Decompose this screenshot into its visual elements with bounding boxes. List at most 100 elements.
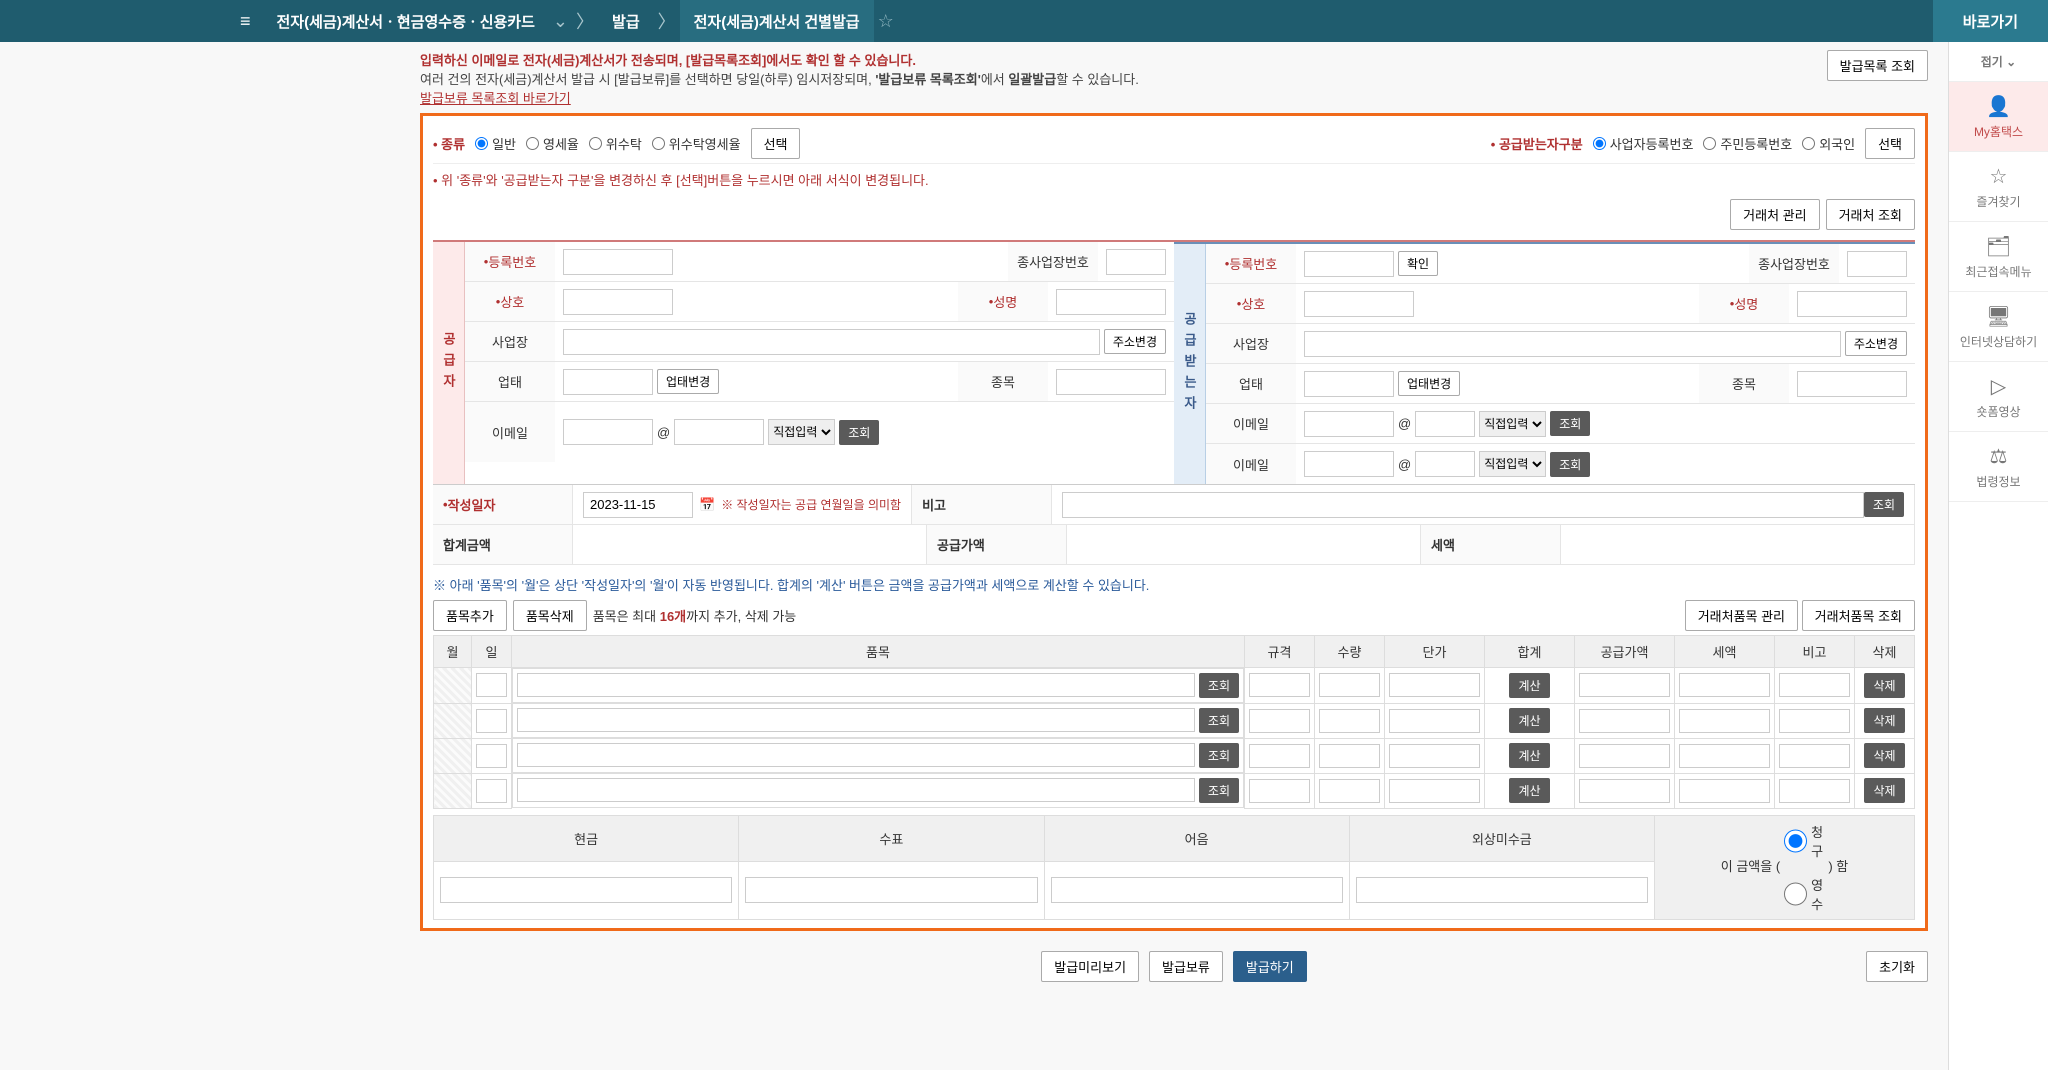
partner-item-lookup-button[interactable]: 거래처품목 조회: [1802, 600, 1915, 631]
item-calc-button[interactable]: 계산: [1509, 708, 1549, 733]
supplier-category-input[interactable]: [1056, 369, 1166, 395]
supplier-biztype-input[interactable]: [563, 369, 653, 395]
payment-opt-charge[interactable]: 청구: [1784, 822, 1825, 860]
supplier-addr-button[interactable]: 주소변경: [1104, 329, 1166, 354]
buyer-regno-confirm[interactable]: 확인: [1398, 251, 1438, 276]
item-lookup-button[interactable]: 조회: [1199, 743, 1239, 768]
buyer-company-input[interactable]: [1304, 291, 1414, 317]
issue-button[interactable]: 발급하기: [1233, 951, 1307, 982]
item-qty-input[interactable]: [1319, 673, 1380, 697]
buyer-email2-domain[interactable]: [1415, 451, 1475, 477]
type-opt-zero[interactable]: 영세율: [526, 134, 579, 153]
partner-manage-button[interactable]: 거래처 관리: [1730, 199, 1819, 230]
item-spec-input[interactable]: [1249, 673, 1310, 697]
supplier-addr-input[interactable]: [563, 329, 1100, 355]
payment-credit-input[interactable]: [1356, 877, 1648, 903]
item-qty-input[interactable]: [1319, 744, 1380, 768]
supplier-subno-input[interactable]: [1106, 249, 1166, 275]
item-delete-button[interactable]: 삭제: [1864, 778, 1904, 803]
sidebar-fold[interactable]: 접기 ⌄: [1949, 42, 2048, 82]
item-price-input[interactable]: [1389, 709, 1480, 733]
buyer-email1-local[interactable]: [1304, 411, 1394, 437]
item-tax-input[interactable]: [1679, 744, 1770, 768]
item-price-input[interactable]: [1389, 779, 1480, 803]
item-add-button[interactable]: 품목추가: [433, 600, 507, 631]
item-supply-input[interactable]: [1579, 779, 1670, 803]
buyer-name-input[interactable]: [1797, 291, 1907, 317]
buyer-opt-foreigner[interactable]: 외국인: [1802, 134, 1855, 153]
issue-list-button[interactable]: 발급목록 조회: [1827, 50, 1928, 81]
buyer-category-input[interactable]: [1797, 371, 1907, 397]
buyer-select-button[interactable]: 선택: [1865, 128, 1915, 159]
item-day-input[interactable]: [476, 673, 507, 697]
supplier-email-select[interactable]: 직접입력: [768, 419, 835, 445]
buyer-email1-domain[interactable]: [1415, 411, 1475, 437]
item-supply-input[interactable]: [1579, 744, 1670, 768]
type-select-button[interactable]: 선택: [751, 128, 801, 159]
buyer-opt-resident[interactable]: 주민등록번호: [1703, 134, 1792, 153]
item-delete-button[interactable]: 삭제: [1864, 673, 1904, 698]
item-day-input[interactable]: [476, 779, 507, 803]
supplier-regno-input[interactable]: [563, 249, 673, 275]
buyer-biztype-input[interactable]: [1304, 371, 1394, 397]
item-qty-input[interactable]: [1319, 709, 1380, 733]
buyer-addr-input[interactable]: [1304, 331, 1841, 357]
breadcrumb-mid[interactable]: 발급: [598, 0, 654, 42]
type-opt-general[interactable]: 일반: [475, 134, 516, 153]
sidebar-item-consult[interactable]: 🖥인터넷상담하기: [1949, 292, 2048, 362]
buyer-opt-biz[interactable]: 사업자등록번호: [1593, 134, 1694, 153]
item-tax-input[interactable]: [1679, 673, 1770, 697]
payment-check-input[interactable]: [745, 877, 1037, 903]
item-calc-button[interactable]: 계산: [1509, 778, 1549, 803]
item-name-input[interactable]: [517, 778, 1195, 802]
buyer-regno-input[interactable]: [1304, 251, 1394, 277]
item-name-input[interactable]: [517, 708, 1195, 732]
item-supply-input[interactable]: [1579, 709, 1670, 733]
sidebar-item-recent[interactable]: 🗂최근접속메뉴: [1949, 222, 2048, 292]
item-spec-input[interactable]: [1249, 779, 1310, 803]
sidebar-item-law[interactable]: ⚖법령정보: [1949, 432, 2048, 502]
remark-input[interactable]: [1062, 492, 1864, 518]
item-price-input[interactable]: [1389, 673, 1480, 697]
menu-icon[interactable]: ≡: [240, 11, 251, 32]
star-icon[interactable]: ☆: [874, 11, 898, 32]
item-del-button[interactable]: 품목삭제: [513, 600, 587, 631]
shortcut-button[interactable]: 바로가기: [1933, 0, 2048, 42]
supplier-email-domain[interactable]: [674, 419, 764, 445]
item-calc-button[interactable]: 계산: [1509, 673, 1549, 698]
item-supply-input[interactable]: [1579, 673, 1670, 697]
item-name-input[interactable]: [517, 743, 1195, 767]
hold-button[interactable]: 발급보류: [1149, 951, 1223, 982]
item-delete-button[interactable]: 삭제: [1864, 743, 1904, 768]
buyer-email2-select[interactable]: 직접입력: [1479, 451, 1546, 477]
buyer-email2-lookup[interactable]: 조회: [1550, 452, 1590, 477]
item-day-input[interactable]: [476, 709, 507, 733]
type-opt-consign[interactable]: 위수탁: [589, 134, 642, 153]
payment-cash-input[interactable]: [440, 877, 732, 903]
item-remark-input[interactable]: [1779, 709, 1850, 733]
item-lookup-button[interactable]: 조회: [1199, 673, 1239, 698]
buyer-biztype-button[interactable]: 업태변경: [1398, 371, 1460, 396]
buyer-email1-select[interactable]: 직접입력: [1479, 411, 1546, 437]
calendar-icon[interactable]: 📅: [699, 497, 715, 513]
sidebar-item-myhometax[interactable]: 👤My홈택스: [1949, 82, 2048, 152]
sidebar-item-video[interactable]: ▷숏폼영상: [1949, 362, 2048, 432]
item-price-input[interactable]: [1389, 744, 1480, 768]
item-spec-input[interactable]: [1249, 744, 1310, 768]
buyer-subno-input[interactable]: [1847, 251, 1907, 277]
payment-opt-receive[interactable]: 영수: [1784, 875, 1825, 913]
supplier-email-local[interactable]: [563, 419, 653, 445]
item-remark-input[interactable]: [1779, 779, 1850, 803]
reset-button[interactable]: 초기화: [1866, 951, 1928, 982]
item-lookup-button[interactable]: 조회: [1199, 778, 1239, 803]
date-input[interactable]: [583, 492, 693, 518]
preview-button[interactable]: 발급미리보기: [1041, 951, 1139, 982]
buyer-email1-lookup[interactable]: 조회: [1550, 411, 1590, 436]
supplier-email-lookup[interactable]: 조회: [839, 420, 879, 445]
supplier-biztype-button[interactable]: 업태변경: [657, 369, 719, 394]
item-tax-input[interactable]: [1679, 709, 1770, 733]
partner-item-manage-button[interactable]: 거래처품목 관리: [1685, 600, 1798, 631]
item-calc-button[interactable]: 계산: [1509, 743, 1549, 768]
sidebar-item-favorites[interactable]: ☆즐겨찾기: [1949, 152, 2048, 222]
item-remark-input[interactable]: [1779, 744, 1850, 768]
